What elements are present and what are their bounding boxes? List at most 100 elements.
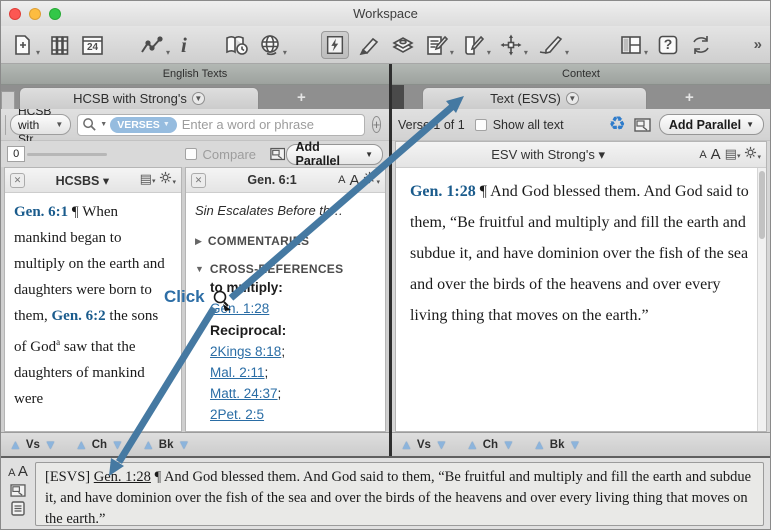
clipboard-icon[interactable] — [11, 501, 25, 516]
hcsbs-column-title[interactable]: HCSBS ▾ — [29, 173, 136, 188]
xref-link[interactable]: 2Kings 8:18 — [210, 344, 281, 359]
chapter-down-button[interactable]: ▼ — [502, 438, 515, 451]
new-tab-button[interactable]: + — [685, 89, 694, 106]
xref-link-gen-1-28[interactable]: Gen. 1:28 — [210, 301, 269, 316]
add-document-icon[interactable]: ▾ — [11, 33, 40, 57]
recycle-icon[interactable]: ♻ — [609, 115, 626, 134]
xref-column: ✕ Gen. 6:1 A A ▾ Sin Escalates Before th… — [185, 167, 386, 432]
daily-reading-icon[interactable]: 24 — [80, 33, 105, 57]
font-smaller-button[interactable]: A — [338, 174, 345, 186]
xref-column-header: ✕ Gen. 6:1 A A ▾ — [186, 168, 385, 193]
nav-label-ch: Ch — [483, 439, 498, 451]
xref-link[interactable]: 2Pet. 2:5 — [210, 407, 264, 422]
detach-window-icon[interactable] — [270, 147, 285, 161]
book-up-button[interactable]: ▲ — [533, 438, 546, 451]
cross-references-section[interactable]: ▼ CROSS-REFERENCES — [195, 262, 376, 276]
gear-icon[interactable]: ▾ — [159, 171, 176, 189]
book-down-button[interactable]: ▼ — [568, 438, 581, 451]
window-title: Workspace — [1, 6, 770, 21]
detach-window-icon[interactable] — [634, 118, 651, 132]
gear-icon[interactable]: ▾ — [744, 146, 761, 164]
nav-label-bk: Bk — [550, 439, 565, 451]
read-schedule-icon[interactable] — [224, 33, 250, 57]
verse-up-button[interactable]: ▲ — [9, 438, 22, 451]
verse-down-button[interactable]: ▼ — [435, 438, 448, 451]
tab-text-esvs[interactable]: Text (ESVS) ▼ — [422, 87, 647, 109]
verses-scope-pill[interactable]: VERSES ▼ — [110, 117, 177, 133]
new-tab-button[interactable]: + — [297, 89, 306, 106]
instant-details-box: [ESVS] Gen. 1:28 ¶ And God blessed them.… — [35, 462, 764, 526]
close-icon[interactable]: ✕ — [191, 173, 206, 188]
search-field[interactable]: ▼ VERSES ▼ — [77, 114, 364, 136]
scrollbar-thumb[interactable] — [759, 171, 765, 239]
right-zone-title: Context — [392, 64, 770, 85]
font-smaller-button[interactable]: A — [699, 149, 706, 161]
module-dropdown[interactable]: HCSB with Str... ▼ — [10, 114, 71, 135]
compare-label: Compare — [203, 147, 256, 162]
chapter-down-button[interactable]: ▼ — [111, 438, 124, 451]
scrollbar[interactable] — [757, 168, 766, 431]
add-parallel-button[interactable]: Add Parallel ▼ — [286, 144, 384, 165]
tab-menu-icon[interactable]: ▼ — [192, 92, 205, 105]
verse-ref[interactable]: Gen. 1:28 — [410, 183, 476, 200]
esv-text: Gen. 1:28 ¶ And God blessed them. And Go… — [396, 168, 766, 431]
add-parallel-button[interactable]: Add Parallel ▼ — [659, 114, 764, 135]
expanded-triangle-icon[interactable]: ▼ — [195, 264, 204, 274]
display-settings-icon[interactable]: ▤▾ — [725, 147, 741, 163]
xref-article-title[interactable]: Sin Escalates Before th… — [195, 203, 376, 218]
display-settings-icon[interactable]: ▤▾ — [140, 172, 156, 188]
highlight-icon[interactable] — [357, 33, 383, 57]
help-icon[interactable]: ? — [656, 33, 680, 57]
search-options-icon[interactable]: ▼ — [100, 121, 107, 128]
write-pen-icon[interactable]: ▾ — [536, 33, 569, 57]
add-search-button[interactable]: + — [372, 116, 382, 133]
verse-ref[interactable]: Gen. 6:1 — [14, 204, 68, 220]
chapter-up-button[interactable]: ▲ — [466, 438, 479, 451]
gear-icon[interactable]: ▾ — [363, 171, 380, 189]
atlas-globe-icon[interactable]: ▾ — [258, 33, 287, 57]
esv-column-title[interactable]: ESV with Strong's ▾ — [401, 147, 695, 163]
sync-icon[interactable] — [688, 33, 714, 57]
detach-window-icon[interactable] — [10, 484, 26, 497]
font-larger-button[interactable]: A — [349, 172, 359, 189]
font-larger-button[interactable]: A — [18, 463, 28, 480]
user-notes-icon[interactable]: ▾ — [425, 33, 454, 57]
verse-up-button[interactable]: ▲ — [400, 438, 413, 451]
context-slider[interactable] — [27, 153, 107, 156]
left-control-row: 0 Compare Add Parallel ▼ — [1, 141, 389, 167]
font-smaller-button[interactable]: A — [8, 467, 15, 479]
xref-link[interactable]: Matt. 24:37 — [210, 386, 278, 401]
search-icon[interactable] — [82, 117, 97, 132]
stamps-icon[interactable] — [391, 33, 417, 57]
instant-details-icon[interactable] — [321, 31, 349, 59]
close-icon[interactable]: ✕ — [10, 173, 25, 188]
xref-link[interactable]: Mal. 2:11 — [210, 365, 265, 380]
verse-ref[interactable]: Gen. 6:2 — [52, 308, 106, 324]
analysis-graph-icon[interactable]: ▾ — [139, 33, 170, 57]
book-down-button[interactable]: ▼ — [178, 438, 191, 451]
chevron-down-icon: ▼ — [365, 150, 373, 159]
toolbar-overflow-button[interactable]: » — [752, 36, 764, 53]
context-counter[interactable]: 0 — [7, 146, 25, 162]
show-all-text-checkbox[interactable] — [475, 119, 487, 131]
tab-hcsb-with-strongs[interactable]: HCSB with Strong's ▼ — [19, 87, 259, 109]
compare-checkbox[interactable] — [185, 148, 196, 160]
collapsed-triangle-icon[interactable]: ▶ — [195, 236, 202, 247]
pane-corner-button[interactable] — [1, 91, 15, 109]
verse-down-button[interactable]: ▼ — [44, 438, 57, 451]
font-larger-button[interactable]: A — [711, 146, 721, 163]
info-icon[interactable]: i — [178, 34, 190, 56]
edit-module-icon[interactable]: ▾ — [462, 33, 491, 57]
arrange-icon[interactable]: ▾ — [499, 33, 528, 57]
tab-menu-icon[interactable]: ▼ — [566, 92, 579, 105]
commentaries-section[interactable]: ▶ COMMENTARIES — [195, 234, 376, 248]
chapter-up-button[interactable]: ▲ — [75, 438, 88, 451]
hcsbs-column: ✕ HCSBS ▾ ▤▾ ▾ Gen. 6:1 ¶ When mankind b… — [4, 167, 182, 432]
book-up-button[interactable]: ▲ — [142, 438, 155, 451]
search-input[interactable] — [180, 116, 360, 133]
library-icon[interactable] — [48, 33, 72, 57]
window-layout-icon[interactable]: ▾ — [619, 33, 648, 57]
add-parallel-label: Add Parallel — [669, 118, 741, 132]
chevron-down-icon: ▼ — [746, 120, 754, 129]
drawer-handle[interactable] — [5, 115, 6, 135]
